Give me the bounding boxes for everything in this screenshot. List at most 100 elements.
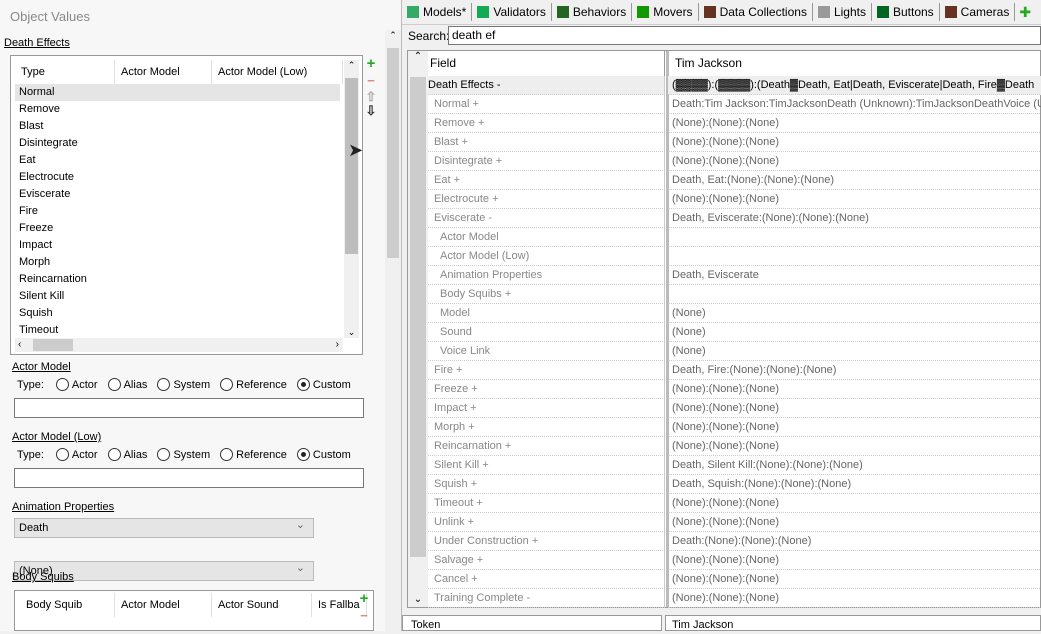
list-item[interactable]: Eviscerate bbox=[15, 186, 340, 203]
value-cell[interactable]: Death, Squish:(None):(None):(None) bbox=[668, 475, 1041, 494]
actor-model-low-input[interactable] bbox=[14, 468, 364, 488]
value-cell[interactable]: Death:(None):(None):(None) bbox=[668, 532, 1041, 551]
value-column-header[interactable]: Tim Jackson bbox=[669, 51, 1041, 76]
list-item[interactable]: Silent Kill bbox=[15, 288, 340, 305]
list-item[interactable]: Squish bbox=[15, 305, 340, 322]
value-cell[interactable]: Death, Eviscerate bbox=[668, 266, 1041, 285]
field-cell[interactable]: Freeze + bbox=[428, 380, 665, 399]
column-header-actor-model[interactable]: Actor Model bbox=[115, 60, 212, 84]
radio-reference[interactable]: Reference bbox=[220, 448, 287, 461]
list-item[interactable]: Electrocute bbox=[15, 169, 340, 186]
field-cell[interactable]: Squish + bbox=[428, 475, 665, 494]
value-cell[interactable]: (None):(None):(None) bbox=[668, 114, 1041, 133]
value-cell[interactable]: Death, Silent Kill:(None):(None):(None) bbox=[668, 456, 1041, 475]
value-cell[interactable]: (None):(None):(None) bbox=[668, 494, 1041, 513]
tab-models-[interactable]: Models* bbox=[402, 3, 473, 21]
field-cell[interactable]: Actor Model bbox=[428, 228, 665, 247]
field-column-header[interactable]: Field bbox=[428, 51, 665, 76]
radio-circle-icon[interactable] bbox=[220, 448, 234, 461]
field-cell[interactable]: Cancel + bbox=[428, 570, 665, 589]
value-cell[interactable]: (None):(None):(None) bbox=[668, 437, 1041, 456]
field-cell[interactable]: Timeout + bbox=[428, 494, 665, 513]
search-input[interactable]: death ef bbox=[448, 26, 1041, 45]
radio-circle-icon[interactable] bbox=[157, 378, 171, 391]
remove-icon[interactable]: − bbox=[364, 74, 378, 88]
value-cell[interactable]: (None):(None):(None) bbox=[668, 380, 1041, 399]
radio-circle-icon[interactable] bbox=[157, 448, 171, 461]
value-cell[interactable]: (None):(None):(None) bbox=[668, 513, 1041, 532]
value-cell[interactable]: (▓▓▓▓):(▓▓▓▓):(Death▓Death, Eat|Death, E… bbox=[668, 76, 1041, 95]
column-header-actor-sound[interactable]: Actor Sound bbox=[212, 593, 312, 617]
list-item[interactable]: Freeze bbox=[15, 220, 340, 237]
field-cell[interactable]: Eat + bbox=[428, 171, 665, 190]
value-cell[interactable] bbox=[668, 285, 1041, 304]
field-cell[interactable]: Morph + bbox=[428, 418, 665, 437]
squib-remove-icon[interactable]: − bbox=[357, 609, 371, 623]
list-item[interactable]: Remove bbox=[15, 101, 340, 118]
panel-scroll-thumb[interactable] bbox=[387, 48, 399, 258]
value-cell[interactable] bbox=[668, 228, 1041, 247]
field-cell[interactable]: Death Effects - bbox=[428, 76, 665, 95]
value-cell[interactable]: (None) bbox=[668, 342, 1041, 361]
field-cell[interactable]: Under Construction + bbox=[428, 532, 665, 551]
field-cell[interactable]: Animation Properties bbox=[428, 266, 665, 285]
tab-cameras[interactable]: Cameras bbox=[940, 3, 1016, 21]
column-header-type[interactable]: Type bbox=[15, 60, 115, 84]
list-item[interactable]: Impact bbox=[15, 237, 340, 254]
list-item[interactable]: Blast bbox=[15, 118, 340, 135]
move-down-icon[interactable]: ⇩ bbox=[364, 104, 378, 118]
radio-circle-icon[interactable] bbox=[55, 378, 69, 391]
value-cell[interactable]: (None):(None):(None) bbox=[668, 418, 1041, 437]
column-header-actor-model-low[interactable]: Actor Model (Low) bbox=[212, 60, 343, 84]
value-cell[interactable]: Death, Fire:(None):(None):(None) bbox=[668, 361, 1041, 380]
add-icon[interactable]: + bbox=[364, 56, 378, 71]
tab-data-collections[interactable]: Data Collections bbox=[699, 3, 813, 21]
value-cell[interactable]: (None) bbox=[668, 304, 1041, 323]
value-cell[interactable]: (None) bbox=[668, 323, 1041, 342]
radio-reference[interactable]: Reference bbox=[220, 378, 287, 391]
value-cell[interactable]: (None):(None):(None) bbox=[668, 133, 1041, 152]
grid-scroll-thumb[interactable] bbox=[410, 77, 426, 557]
radio-circle-icon[interactable] bbox=[296, 448, 310, 461]
field-cell[interactable]: Voice Link bbox=[428, 342, 665, 361]
field-cell[interactable]: Normal + bbox=[428, 95, 665, 114]
value-cell[interactable]: (None):(None):(None) bbox=[668, 551, 1041, 570]
scroll-thumb[interactable] bbox=[345, 78, 358, 254]
list-item[interactable]: Eat bbox=[15, 152, 340, 169]
list-item[interactable]: Normal bbox=[15, 84, 340, 101]
radio-circle-icon[interactable] bbox=[107, 378, 121, 391]
vertical-scrollbar[interactable]: ⌃ ⌄ bbox=[344, 60, 359, 338]
radio-custom[interactable]: Custom bbox=[296, 448, 351, 461]
move-up-icon[interactable]: ⇧ bbox=[364, 90, 378, 104]
list-item[interactable]: Morph bbox=[15, 254, 340, 271]
value-cell[interactable]: (None):(None):(None) bbox=[668, 589, 1041, 608]
radio-system[interactable]: System bbox=[157, 448, 210, 461]
field-cell[interactable]: Salvage + bbox=[428, 551, 665, 570]
field-cell[interactable]: Unlink + bbox=[428, 513, 665, 532]
radio-circle-icon[interactable] bbox=[55, 448, 69, 461]
radio-circle-icon[interactable] bbox=[220, 378, 234, 391]
actor-model-input[interactable] bbox=[14, 398, 364, 418]
radio-circle-icon[interactable] bbox=[107, 448, 121, 461]
value-cell[interactable]: (None):(None):(None) bbox=[668, 570, 1041, 589]
field-cell[interactable]: Electrocute + bbox=[428, 190, 665, 209]
tab-validators[interactable]: Validators bbox=[472, 3, 552, 21]
squib-add-icon[interactable]: + bbox=[357, 591, 371, 606]
list-item[interactable]: Reincarnation bbox=[15, 271, 340, 288]
radio-alias[interactable]: Alias bbox=[107, 448, 147, 461]
column-header-actor-model[interactable]: Actor Model bbox=[115, 593, 212, 617]
list-item[interactable]: Disintegrate bbox=[15, 135, 340, 152]
value-cell[interactable]: Death:Tim Jackson:TimJacksonDeath (Unkno… bbox=[668, 95, 1041, 114]
list-item[interactable]: Fire bbox=[15, 203, 340, 220]
field-cell[interactable]: Impact + bbox=[428, 399, 665, 418]
field-cell[interactable]: Training Complete - bbox=[428, 589, 665, 608]
field-cell[interactable]: Fire + bbox=[428, 361, 665, 380]
radio-custom[interactable]: Custom bbox=[296, 378, 351, 391]
field-cell[interactable]: Remove + bbox=[428, 114, 665, 133]
field-cell[interactable]: Blast + bbox=[428, 133, 665, 152]
value-cell[interactable]: Death, Eat:(None):(None):(None) bbox=[668, 171, 1041, 190]
horizontal-scrollbar[interactable]: ‹ › bbox=[15, 338, 343, 352]
value-cell[interactable]: (None):(None):(None) bbox=[668, 190, 1041, 209]
value-cell[interactable]: Death, Eviscerate:(None):(None):(None) bbox=[668, 209, 1041, 228]
token-column-header[interactable]: Token bbox=[402, 615, 662, 631]
